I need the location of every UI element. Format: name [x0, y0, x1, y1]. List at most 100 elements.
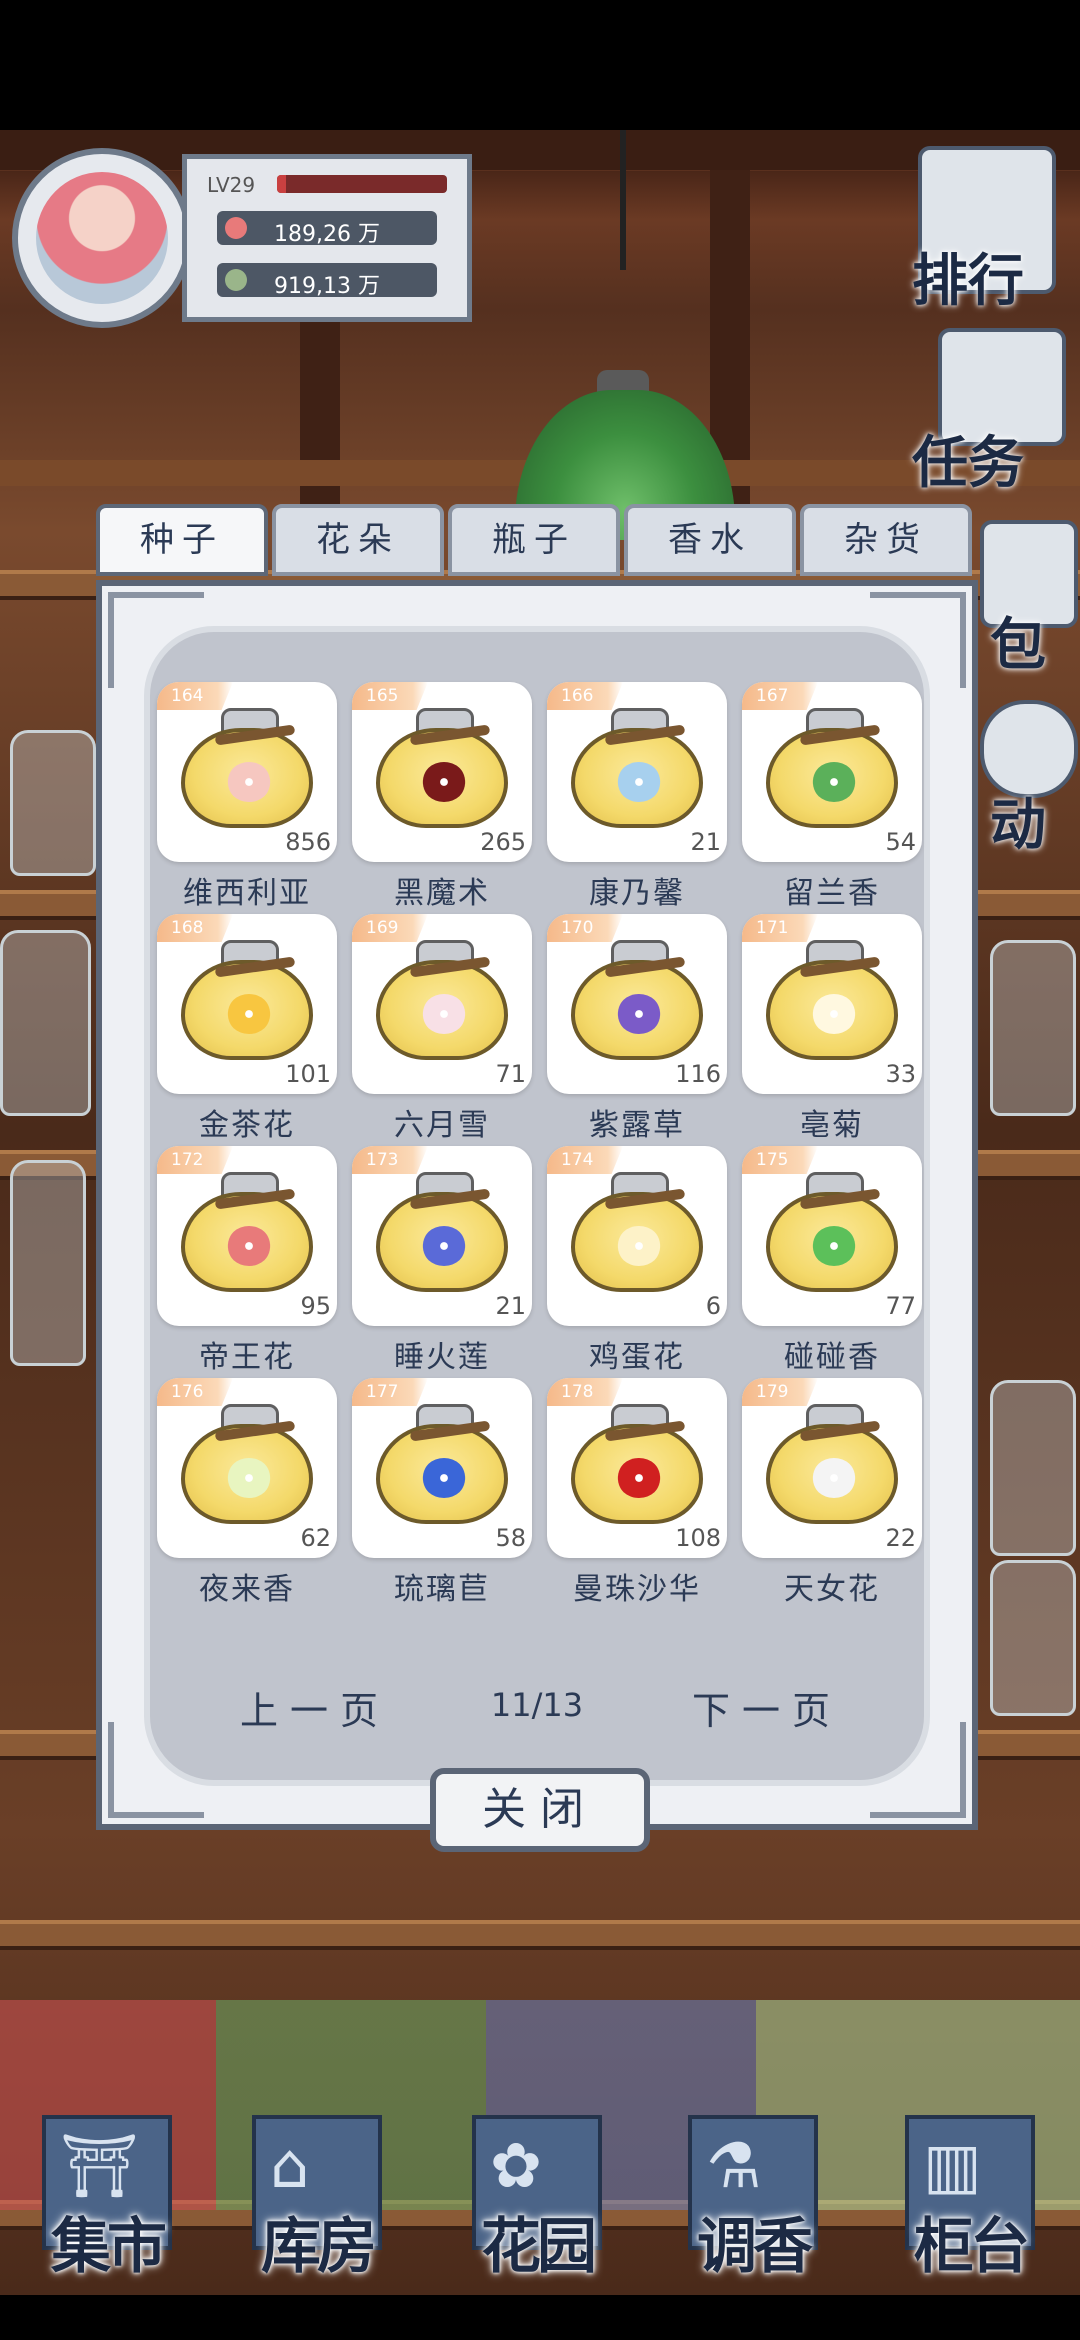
seed-item[interactable]: 172 95 帝王花 — [157, 1146, 337, 1382]
flower-icon — [422, 1226, 466, 1266]
item-count: 21 — [690, 828, 721, 856]
item-name: 睡火莲 — [394, 1340, 490, 1375]
seed-item[interactable]: 173 21 睡火莲 — [352, 1146, 532, 1382]
item-card[interactable]: 165 265 — [352, 682, 532, 862]
seed-item[interactable]: 170 116 紫露草 — [547, 914, 727, 1150]
item-card[interactable]: 172 95 — [157, 1146, 337, 1326]
flower-icon — [422, 1458, 466, 1498]
flower-icon — [227, 762, 271, 802]
item-name: 留兰香 — [784, 876, 880, 911]
tab-flowers[interactable]: 花朵 — [272, 504, 444, 576]
item-id-badge: 177 — [352, 1378, 428, 1406]
item-name: 琉璃苣 — [394, 1572, 490, 1607]
item-name: 六月雪 — [394, 1108, 490, 1143]
item-name: 曼珠沙华 — [573, 1572, 701, 1607]
seed-item[interactable]: 175 77 碰碰香 — [742, 1146, 922, 1382]
item-count: 22 — [885, 1524, 916, 1552]
category-tabs: 种子 花朵 瓶子 香水 杂货 — [96, 504, 976, 576]
seed-item[interactable]: 179 22 天女花 — [742, 1378, 922, 1614]
item-count: 108 — [675, 1524, 721, 1552]
item-card[interactable]: 171 33 — [742, 914, 922, 1094]
item-id-badge: 174 — [547, 1146, 623, 1174]
seed-item[interactable]: 167 54 留兰香 — [742, 682, 922, 918]
item-card[interactable]: 169 71 — [352, 914, 532, 1094]
item-count: 265 — [480, 828, 526, 856]
flower-icon — [812, 994, 856, 1034]
seed-item[interactable]: 174 6 鸡蛋花 — [547, 1146, 727, 1382]
item-card[interactable]: 170 116 — [547, 914, 727, 1094]
item-name: 亳菊 — [800, 1108, 864, 1143]
item-id-badge: 176 — [157, 1378, 233, 1406]
item-card[interactable]: 164 856 — [157, 682, 337, 862]
flower-icon — [617, 762, 661, 802]
item-count: 33 — [885, 1060, 916, 1088]
item-id-badge: 169 — [352, 914, 428, 942]
flower-icon — [227, 1458, 271, 1498]
item-card[interactable]: 174 6 — [547, 1146, 727, 1326]
tab-perfume[interactable]: 香水 — [624, 504, 796, 576]
item-name: 帝王花 — [199, 1340, 295, 1375]
item-name: 碰碰香 — [784, 1340, 880, 1375]
item-card[interactable]: 167 54 — [742, 682, 922, 862]
item-card[interactable]: 179 22 — [742, 1378, 922, 1558]
item-count: 54 — [885, 828, 916, 856]
flower-icon — [617, 1226, 661, 1266]
item-count: 95 — [300, 1292, 331, 1320]
flower-icon — [422, 762, 466, 802]
seed-item[interactable]: 166 21 康乃馨 — [547, 682, 727, 918]
seed-item[interactable]: 168 101 金茶花 — [157, 914, 337, 1150]
item-card[interactable]: 173 21 — [352, 1146, 532, 1326]
item-count: 21 — [495, 1292, 526, 1320]
shop-modal: 种子 花朵 瓶子 香水 杂货 164 856 维西利亚 165 265 黑魔术 166 21 康… — [0, 0, 1080, 2340]
item-id-badge: 166 — [547, 682, 623, 710]
tab-seeds[interactable]: 种子 — [96, 504, 268, 576]
item-card[interactable]: 176 62 — [157, 1378, 337, 1558]
item-card[interactable]: 168 101 — [157, 914, 337, 1094]
item-id-badge: 170 — [547, 914, 623, 942]
item-id-badge: 167 — [742, 682, 818, 710]
item-name: 鸡蛋花 — [589, 1340, 685, 1375]
item-id-badge: 164 — [157, 682, 233, 710]
item-name: 天女花 — [784, 1572, 880, 1607]
seed-item[interactable]: 171 33 亳菊 — [742, 914, 922, 1150]
next-page-button[interactable]: 下一页 — [692, 1680, 842, 1735]
item-card[interactable]: 166 21 — [547, 682, 727, 862]
item-card[interactable]: 178 108 — [547, 1378, 727, 1558]
item-name: 康乃馨 — [589, 876, 685, 911]
page-indicator: 11/13 — [490, 1686, 584, 1724]
flower-icon — [812, 1226, 856, 1266]
item-card[interactable]: 177 58 — [352, 1378, 532, 1558]
seed-item[interactable]: 178 108 曼珠沙华 — [547, 1378, 727, 1614]
item-name: 黑魔术 — [394, 876, 490, 911]
item-count: 6 — [705, 1292, 721, 1320]
item-count: 116 — [675, 1060, 721, 1088]
item-card[interactable]: 175 77 — [742, 1146, 922, 1326]
item-name: 紫露草 — [589, 1108, 685, 1143]
item-id-badge: 179 — [742, 1378, 818, 1406]
flower-icon — [227, 1226, 271, 1266]
seed-item[interactable]: 165 265 黑魔术 — [352, 682, 532, 918]
item-name: 维西利亚 — [183, 876, 311, 911]
close-button[interactable]: 关闭 — [430, 1768, 650, 1852]
item-name: 金茶花 — [199, 1108, 295, 1143]
item-count: 71 — [495, 1060, 526, 1088]
item-name: 夜来香 — [199, 1572, 295, 1607]
item-id-badge: 168 — [157, 914, 233, 942]
item-id-badge: 171 — [742, 914, 818, 942]
seed-item[interactable]: 176 62 夜来香 — [157, 1378, 337, 1614]
seed-item[interactable]: 164 856 维西利亚 — [157, 682, 337, 918]
seed-item[interactable]: 169 71 六月雪 — [352, 914, 532, 1150]
item-count: 101 — [285, 1060, 331, 1088]
flower-icon — [812, 762, 856, 802]
item-id-badge: 165 — [352, 682, 428, 710]
seed-item[interactable]: 177 58 琉璃苣 — [352, 1378, 532, 1614]
flower-icon — [812, 1458, 856, 1498]
item-count: 62 — [300, 1524, 331, 1552]
tab-misc[interactable]: 杂货 — [800, 504, 972, 576]
item-id-badge: 172 — [157, 1146, 233, 1174]
tab-bottles[interactable]: 瓶子 — [448, 504, 620, 576]
pager: 上一页 11/13 下一页 — [96, 1680, 978, 1740]
item-count: 58 — [495, 1524, 526, 1552]
item-id-badge: 175 — [742, 1146, 818, 1174]
item-count: 77 — [885, 1292, 916, 1320]
